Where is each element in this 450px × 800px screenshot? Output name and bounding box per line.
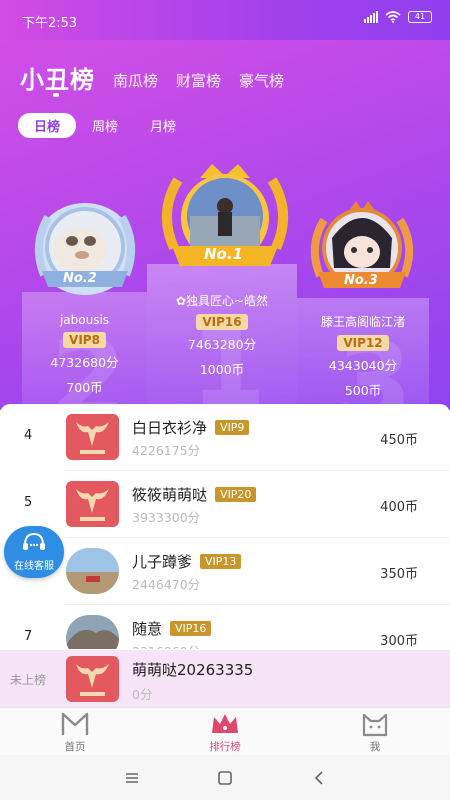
list-user-coins: 350币: [380, 567, 418, 582]
status-bar: 下午2:53 41: [0, 0, 450, 40]
user-avatar: [66, 481, 119, 527]
nav-me-label: 我: [369, 741, 381, 753]
nav-ranking[interactable]: 排行榜: [180, 708, 270, 756]
vip-badge: VIP13: [200, 554, 242, 569]
status-time: 下午2:53: [22, 16, 78, 31]
tab-wealth[interactable]: 财富榜: [176, 70, 221, 91]
my-rank-label: 未上榜: [10, 673, 47, 687]
rank-3-label: No.3: [344, 273, 378, 288]
menu-icon[interactable]: [122, 768, 142, 788]
list-user-coins: 300币: [380, 634, 418, 649]
list-user-name: 白日衣衫净 VIP9: [132, 417, 250, 438]
rank-1-label: No.1: [204, 245, 243, 263]
list-user-name: 儿子蹲爹 VIP13: [132, 551, 242, 572]
my-avatar: [66, 656, 119, 702]
list-rank: 4: [24, 428, 33, 443]
user-name-text: 白日衣衫净: [132, 419, 208, 437]
list-item[interactable]: 4 白日衣衫净 VIP9 4226175分 450币: [0, 404, 450, 471]
tab-pumpkin[interactable]: 南瓜榜: [113, 70, 158, 91]
period-switch: 日榜 周榜 月榜: [18, 113, 192, 138]
vip-badge: VIP20: [215, 487, 257, 502]
list-user-coins: 400币: [380, 500, 418, 515]
customer-service-label: 在线客服: [14, 561, 54, 572]
list-rank: 7: [24, 629, 33, 644]
podium-user-score: 7463280分: [187, 337, 257, 352]
user-avatar: [66, 414, 119, 460]
my-rank-bar[interactable]: 未上榜 萌萌哒20263335 0分: [0, 650, 450, 707]
podium-user-name: 滕王高阁临江渚: [320, 315, 405, 329]
ranking-list[interactable]: 4 白日衣衫净 VIP9 4226175分 450币 5 筱筱萌萌哒 VIP20…: [0, 404, 450, 649]
list-user-score: 4226175分: [132, 443, 201, 458]
nav-home-label: 首页: [64, 741, 86, 753]
podium-user-3[interactable]: 滕王高阁临江渚 VIP12 4343040分 500币: [297, 313, 429, 399]
period-week[interactable]: 周榜: [76, 113, 134, 138]
nav-me[interactable]: 我: [330, 708, 420, 756]
user-avatar: [66, 548, 119, 594]
list-rank: 5: [24, 495, 33, 510]
cat-icon: [362, 713, 388, 737]
list-user-score: 2316960分: [132, 641, 200, 649]
podium-user-coins: 500币: [344, 383, 382, 398]
tab-clown[interactable]: 小丑榜: [20, 60, 95, 97]
home-icon: [61, 712, 89, 735]
nav-home[interactable]: 首页: [30, 708, 120, 756]
podium-user-coins: 700币: [66, 380, 103, 395]
tab-indicator: [53, 93, 59, 97]
vip-badge: VIP9: [215, 420, 250, 435]
ranking-hero: 小丑榜 南瓜榜 财富榜 豪气榜 日榜 周榜 月榜 2 1 3 No.2 No.1…: [0, 40, 450, 410]
podium-user-name: ✿独具匠心~皓然: [175, 294, 269, 308]
list-user-name: 随意 VIP16: [132, 618, 212, 639]
period-month[interactable]: 月榜: [134, 113, 192, 138]
tab-clown-label: 小丑榜: [20, 66, 95, 94]
podium-user-2[interactable]: jabousis VIP8 4732680分 700币: [22, 313, 147, 396]
ranking-tabs: 小丑榜 南瓜榜 财富榜 豪气榜: [20, 60, 284, 97]
list-user-score: 2446470分: [132, 577, 201, 592]
crown-icon: [212, 714, 238, 733]
list-item[interactable]: 儿子蹲爹 VIP13 2446470分 350币: [0, 538, 450, 605]
tab-generous[interactable]: 豪气榜: [239, 70, 284, 91]
nav-ranking-label: 排行榜: [209, 741, 241, 753]
list-user-score: 3933300分: [132, 510, 201, 525]
list-user-coins: 450币: [380, 433, 418, 448]
bottom-nav: 首页 排行榜 我: [0, 707, 450, 755]
signal-icon: [364, 11, 378, 23]
podium-user-name: jabousis: [59, 313, 110, 327]
vip-badge: VIP12: [337, 335, 389, 351]
headset-icon: [23, 532, 45, 550]
battery-icon: 41: [408, 11, 432, 23]
user-name-text: 儿子蹲爹: [132, 553, 193, 571]
period-day[interactable]: 日榜: [18, 113, 77, 138]
customer-service-button[interactable]: 在线客服: [4, 526, 64, 578]
system-nav-bar: [0, 755, 450, 800]
list-item[interactable]: 5 筱筱萌萌哒 VIP20 3933300分 400币: [0, 471, 450, 538]
list-user-name: 筱筱萌萌哒 VIP20: [132, 484, 257, 505]
podium-user-coins: 1000币: [199, 362, 245, 377]
vip-badge: VIP16: [196, 314, 248, 330]
list-item[interactable]: 7 随意 VIP16 2316960分 300币: [0, 605, 450, 649]
podium-user-score: 4732680分: [50, 355, 119, 370]
status-icons: 41: [364, 11, 432, 23]
rank-2-label: No.2: [63, 271, 97, 286]
user-name-text: 随意: [132, 620, 163, 638]
podium-user-score: 4343040分: [328, 358, 398, 373]
wifi-icon: [385, 11, 401, 23]
user-avatar: [66, 615, 119, 649]
vip-badge: VIP8: [63, 332, 106, 348]
home-square-icon[interactable]: [215, 768, 235, 788]
vip-badge: VIP16: [170, 621, 212, 636]
back-icon[interactable]: [309, 768, 329, 788]
podium-user-1[interactable]: ✿独具匠心~皓然 VIP16 7463280分 1000币: [147, 292, 297, 378]
my-user-score: 0分: [132, 687, 153, 702]
my-user-name: 萌萌哒20263335: [132, 661, 254, 679]
user-name-text: 筱筱萌萌哒: [132, 486, 208, 504]
